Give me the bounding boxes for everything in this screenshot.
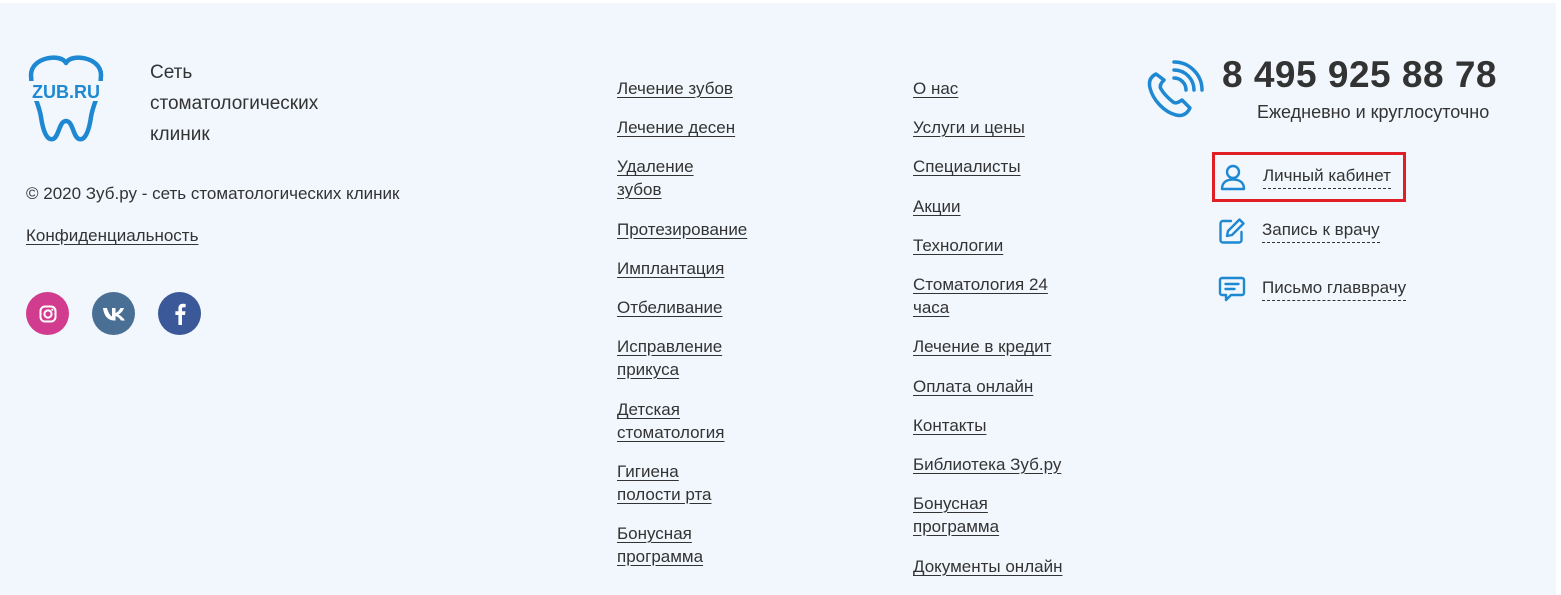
phone-number[interactable]: 8 495 925 88 78: [1222, 54, 1497, 96]
menu-link-promotions[interactable]: Акции: [913, 195, 961, 218]
menu-link-whitening[interactable]: Отбеливание: [617, 296, 723, 319]
account-link[interactable]: Личный кабинет: [1212, 152, 1406, 202]
booking-label: Запись к врачу: [1262, 220, 1380, 243]
menu-link-technologies[interactable]: Технологии: [913, 234, 1003, 257]
letter-label: Письмо главврачу: [1262, 278, 1407, 301]
menu-link-gums[interactable]: Лечение десен: [617, 116, 735, 139]
menu-link-about[interactable]: О нас: [913, 77, 958, 100]
tagline-line-3: клиник: [150, 124, 210, 145]
user-icon: [1219, 163, 1247, 191]
menu-link-pediatric[interactable]: Детская стоматология: [617, 398, 724, 444]
facebook-icon: [174, 303, 186, 325]
menu-link-library[interactable]: Библиотека Зуб.ру: [913, 453, 1061, 476]
brand-tagline: Сеть стоматологических клиник: [150, 57, 370, 150]
tagline-line-2: стоматологических: [150, 93, 319, 114]
instagram-button[interactable]: [26, 292, 69, 335]
zub-ru-logo[interactable]: ZUB.RU: [25, 55, 107, 143]
menu-link-bonus-program[interactable]: Бонусная программа: [913, 492, 999, 538]
instagram-icon: [39, 305, 56, 322]
menu-link-bonus-services[interactable]: Бонусная программа: [617, 522, 703, 568]
phone-icon: [1142, 60, 1204, 122]
menu-link-prices[interactable]: Услуги и цены: [913, 116, 1025, 139]
facebook-button[interactable]: [158, 292, 201, 335]
tagline-line-1: Сеть: [150, 62, 193, 83]
menu-link-online-payment[interactable]: Оплата онлайн: [913, 375, 1033, 398]
menu-link-prosthetics[interactable]: Протезирование: [617, 218, 747, 241]
account-label: Личный кабинет: [1263, 166, 1391, 189]
edit-icon: [1218, 217, 1246, 245]
menu-link-documents[interactable]: Документы онлайн: [913, 555, 1062, 578]
copyright-text: © 2020 Зуб.ру - сеть стоматологических к…: [26, 184, 400, 203]
menu-link-contacts[interactable]: Контакты: [913, 414, 986, 437]
site-footer: ZUB.RU Сеть стоматологических клиник © 2…: [0, 3, 1556, 595]
vk-button[interactable]: [92, 292, 135, 335]
menu-link-orthodontics[interactable]: Исправление прикуса: [617, 335, 722, 381]
menu-link-24h[interactable]: Стоматология 24 часа: [913, 273, 1048, 319]
message-icon: [1218, 275, 1246, 303]
svg-text:ZUB.RU: ZUB.RU: [32, 82, 100, 102]
chief-doctor-letter-link[interactable]: Письмо главврачу: [1218, 275, 1407, 303]
booking-link[interactable]: Запись к врачу: [1218, 217, 1380, 245]
privacy-link[interactable]: Конфиденциальность: [26, 226, 198, 246]
menu-link-treatment[interactable]: Лечение зубов: [617, 77, 733, 100]
phone-hours: Ежедневно и круглосуточно: [1257, 102, 1490, 122]
menu-link-specialists[interactable]: Специалисты: [913, 155, 1021, 178]
menu-link-implants[interactable]: Имплантация: [617, 257, 724, 280]
menu-link-hygiene[interactable]: Гигиена полости рта: [617, 460, 712, 506]
vk-icon: [102, 307, 125, 320]
social-links: [26, 292, 201, 335]
menu-link-extraction[interactable]: Удаление зубов: [617, 155, 694, 201]
menu-link-credit[interactable]: Лечение в кредит: [913, 335, 1051, 358]
